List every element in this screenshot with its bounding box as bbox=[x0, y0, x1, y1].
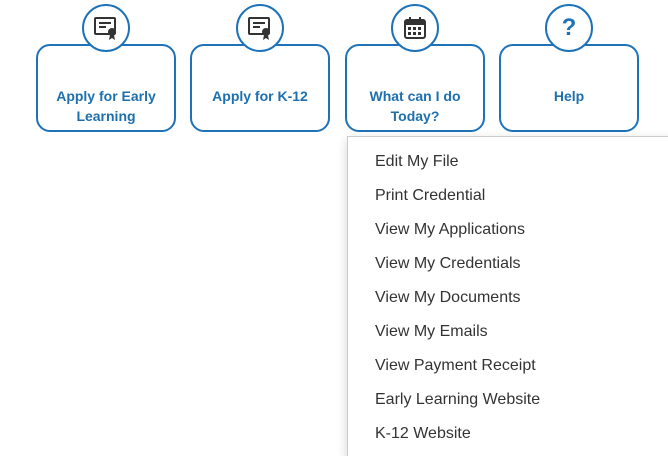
menu-item-view-my-credentials[interactable]: View My Credentials bbox=[375, 254, 521, 274]
certificate-icon[interactable] bbox=[82, 4, 130, 52]
menu-item-early-learning-website[interactable]: Early Learning Website bbox=[375, 390, 540, 410]
certificate-icon[interactable] bbox=[236, 4, 284, 52]
question-icon[interactable]: ? bbox=[545, 4, 593, 52]
help-label: Help bbox=[553, 88, 585, 104]
menu-item-k12-website[interactable]: K-12 Website bbox=[375, 424, 471, 444]
calendar-icon[interactable] bbox=[391, 4, 439, 52]
help-button[interactable]: Help bbox=[499, 44, 639, 132]
menu-item-view-my-applications[interactable]: View My Applications bbox=[375, 220, 525, 240]
apply-early-learning-label: Apply for Early Learning bbox=[56, 88, 156, 124]
menu-item-edit-my-file[interactable]: Edit My File bbox=[375, 152, 459, 172]
menu-item-view-my-emails[interactable]: View My Emails bbox=[375, 322, 488, 342]
page: Apply for Early Learning Apply for K-12 … bbox=[0, 0, 668, 456]
apply-early-learning-button[interactable]: Apply for Early Learning bbox=[36, 44, 176, 132]
what-can-i-do-today-dropdown: Edit My File Print Credential View My Ap… bbox=[347, 136, 668, 456]
what-can-i-do-today-label: What can I do Today? bbox=[369, 88, 461, 124]
question-glyph: ? bbox=[561, 14, 577, 41]
menu-item-print-credential[interactable]: Print Credential bbox=[375, 186, 485, 206]
apply-k12-button[interactable]: Apply for K-12 bbox=[190, 44, 330, 132]
menu-item-view-payment-receipt[interactable]: View Payment Receipt bbox=[375, 356, 536, 376]
what-can-i-do-today-button[interactable]: What can I do Today? bbox=[345, 44, 485, 132]
menu-item-view-my-documents[interactable]: View My Documents bbox=[375, 288, 521, 308]
apply-k12-label: Apply for K-12 bbox=[212, 88, 308, 104]
